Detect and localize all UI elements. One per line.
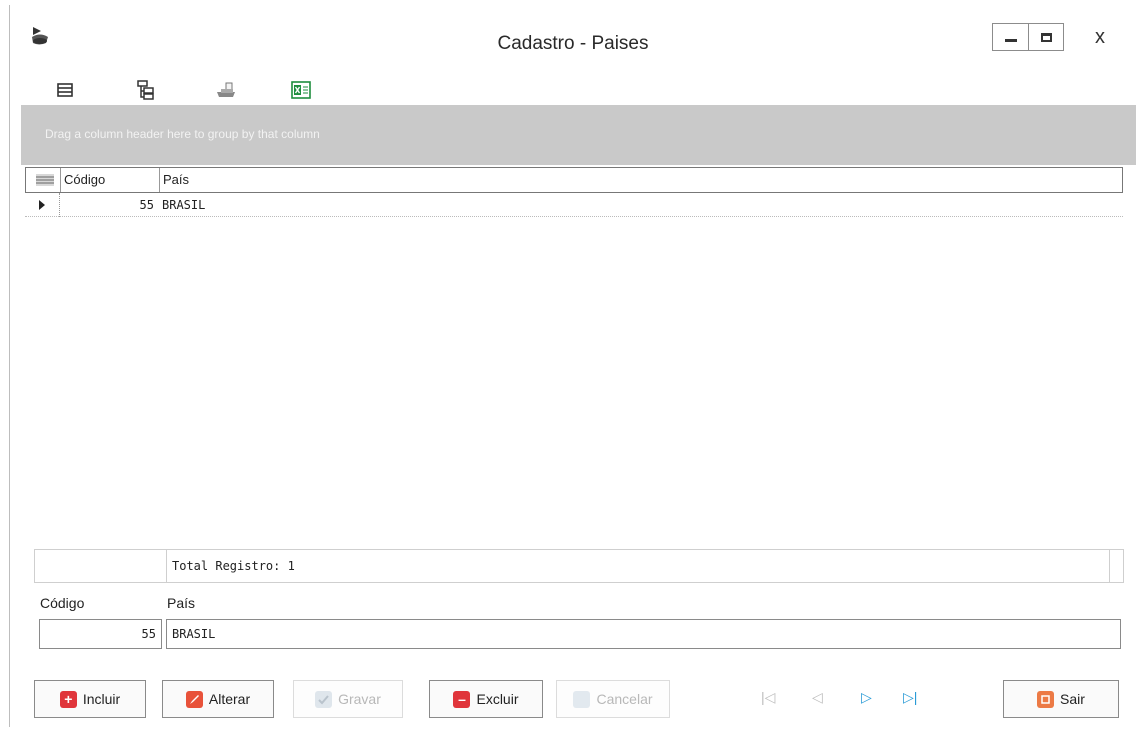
alterar-label: Alterar [208,691,251,707]
excel-export-button[interactable] [289,79,313,101]
window-title: Cadastro - Paises [497,33,649,54]
next-record-icon[interactable]: ▷ [861,689,872,706]
column-header-pais[interactable]: País [159,168,1122,192]
print-icon [217,82,235,97]
first-record-icon[interactable]: |◁ [761,689,775,706]
group-by-hint: Drag a column header here to group by th… [45,127,320,141]
column-chooser-icon [36,174,54,186]
current-row-icon [39,200,45,210]
table-row[interactable]: 55 BRASIL [25,193,1123,217]
title-bar: Cadastro - Paises x [10,5,1136,71]
exit-icon [1037,690,1055,708]
countries-grid: Código País 55 BRASIL [25,165,1123,545]
alterar-button[interactable]: Alterar [162,680,274,718]
cancelar-button[interactable]: Cancelar [556,680,670,718]
grid-footer: Total Registro: 1 [34,549,1124,583]
delete-icon: – [453,690,471,708]
cancel-icon [573,690,591,708]
maximize-icon [1040,32,1052,42]
minimize-icon [1004,38,1017,42]
prior-record-icon[interactable]: ◁ [812,689,823,706]
codigo-field[interactable]: 55 [39,619,162,649]
last-record-icon[interactable]: ▷| [903,689,917,706]
minimize-button[interactable] [992,23,1028,51]
maximize-button[interactable] [1028,23,1064,51]
cell-pais: BRASIL [162,198,206,212]
total-records: Total Registro: 1 [172,559,295,573]
sair-button[interactable]: Sair [1003,680,1119,718]
tree-icon [137,80,154,100]
cancelar-label: Cancelar [596,691,653,707]
save-icon [315,690,333,708]
gravar-button[interactable]: Gravar [293,680,403,718]
incluir-button[interactable]: + Incluir [34,680,146,718]
excluir-label: Excluir [476,691,519,707]
window: Cadastro - Paises x Drag a column header… [9,5,1136,727]
tree-button[interactable] [134,79,158,101]
columns-button[interactable] [53,79,77,101]
pais-label: País [167,595,196,611]
columns-icon [57,83,73,97]
group-by-panel[interactable]: Drag a column header here to group by th… [21,105,1136,165]
gravar-label: Gravar [338,691,381,707]
edit-icon [185,690,203,708]
print-button[interactable] [214,79,238,101]
column-chooser-button[interactable] [26,168,61,192]
close-button[interactable]: x [1068,23,1132,51]
add-icon: + [59,690,77,708]
pais-field[interactable]: BRASIL [166,619,1121,649]
cell-codigo: 55 [139,198,154,212]
codigo-label: Código [40,595,85,611]
row-indicator [25,193,60,217]
incluir-label: Incluir [82,691,121,707]
column-header-codigo[interactable]: Código [60,168,160,192]
grid-toolbar [10,73,1136,105]
excluir-button[interactable]: – Excluir [429,680,543,718]
grid-header: Código País [25,167,1123,193]
close-icon: x [1095,25,1105,48]
sair-label: Sair [1060,691,1085,707]
excel-icon [291,81,311,99]
footer-summary-cell: Total Registro: 1 [166,550,1110,582]
